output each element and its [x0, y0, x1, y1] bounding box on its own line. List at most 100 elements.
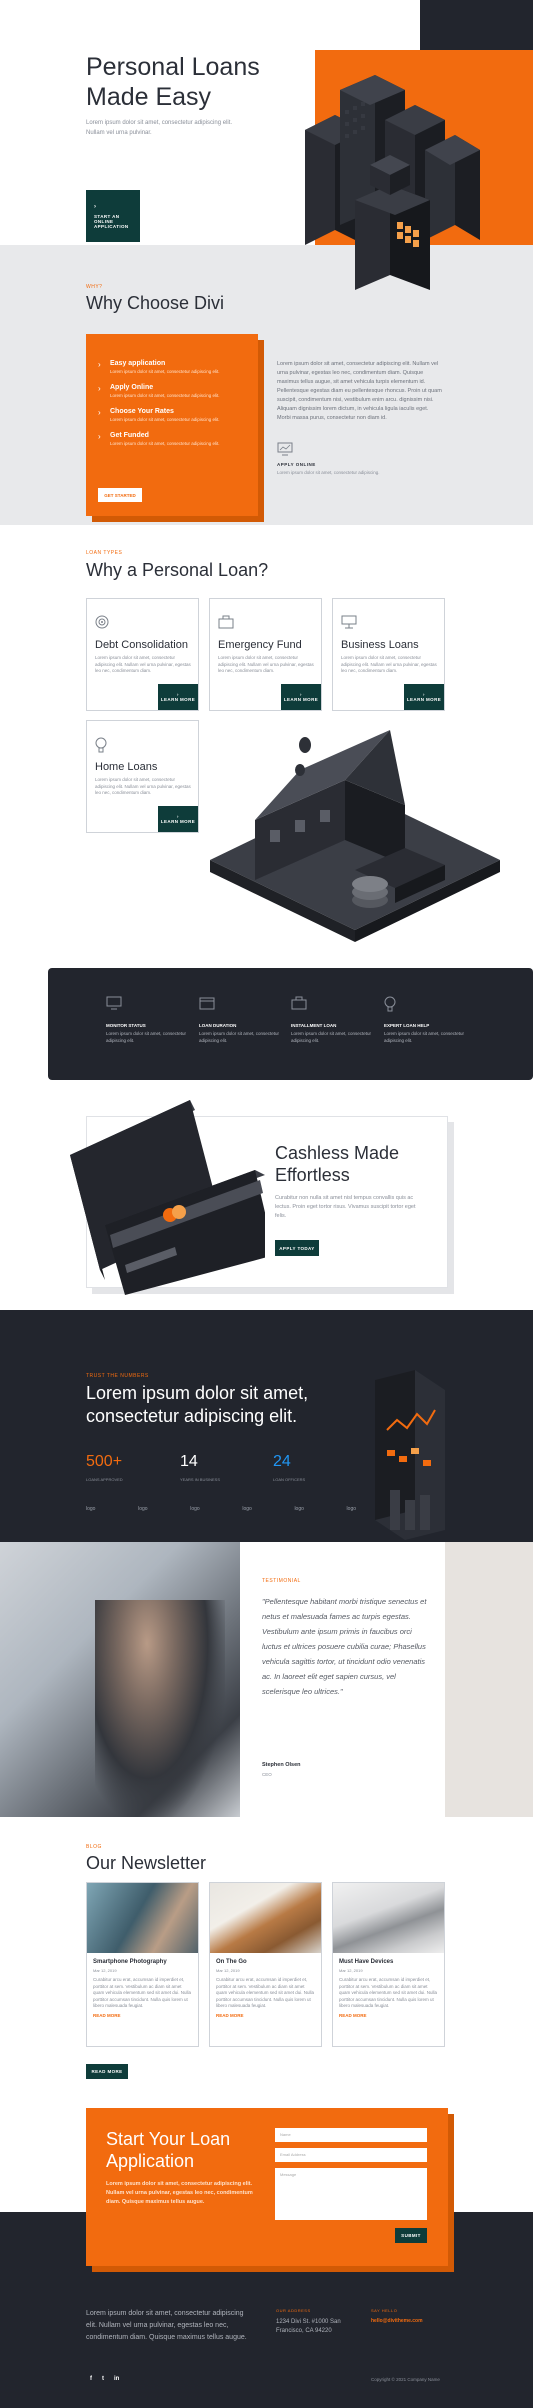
- hero-subtitle: Lorem ipsum dolor sit amet, consectetur …: [86, 120, 233, 136]
- target-icon: [95, 615, 109, 629]
- credit-cards-illustration: [70, 1100, 265, 1295]
- stat-value: 24: [273, 1453, 291, 1470]
- loan-card-home: Home Loans Lorem ipsum dolor sit amet, c…: [86, 720, 199, 833]
- chevron-right-icon: ›: [98, 408, 101, 417]
- apply-text: Lorem ipsum dolor sit amet, consectetur …: [106, 2181, 253, 2205]
- partner-logo: logo: [190, 1506, 200, 1512]
- feature-band-title: INSTALLMENT LOAN: [291, 1023, 337, 1028]
- blog-read-more-link[interactable]: READ MORE: [93, 2013, 192, 2018]
- feature-title: Choose Your Rates: [110, 408, 174, 415]
- loan-card-business: Business Loans Lorem ipsum dolor sit ame…: [332, 598, 445, 711]
- learn-more-button[interactable]: › LEARN MORE: [158, 684, 198, 710]
- feature-band-item: MONITOR STATUS Lorem ipsum dolor sit ame…: [106, 996, 188, 1044]
- loan-card-text: Lorem ipsum dolor sit amet, consectetur …: [341, 655, 437, 673]
- feature-text: Lorem ipsum dolor sit amet, consectetur …: [110, 417, 220, 422]
- house-illustration: [210, 730, 500, 942]
- loan-card-text: Lorem ipsum dolor sit amet, consectetur …: [218, 655, 314, 673]
- loan-card-debt: Debt Consolidation Lorem ipsum dolor sit…: [86, 598, 199, 711]
- partner-logo: logo: [86, 1506, 96, 1512]
- facebook-icon[interactable]: f: [90, 2376, 92, 2382]
- testimonial-photo-figure: [95, 1600, 225, 1817]
- clock-icon: [199, 997, 215, 1010]
- newsletter-title: Our Newsletter: [86, 1853, 207, 1873]
- feature-band-title: EXPERT LOAN HELP: [384, 1023, 430, 1028]
- blog-title: On The Go: [216, 1959, 247, 1965]
- stat-value: 14: [180, 1453, 198, 1470]
- footer-social: f t in: [90, 2376, 119, 2382]
- arrow-right-icon: ›: [94, 203, 97, 210]
- lightbulb-icon: [95, 737, 107, 753]
- testimonial-eyebrow: TESTIMONIAL: [262, 1578, 301, 1584]
- why-divi-body: Lorem ipsum dolor sit amet, consectetur …: [277, 361, 442, 421]
- stat-value: 500+: [86, 1453, 123, 1470]
- footer-text: Lorem ipsum dolor sit amet, consectetur …: [86, 2310, 247, 2341]
- testimonial-author: Stephen Olsen: [262, 1762, 301, 1768]
- footer-mail-title: SAY HELLO: [371, 2308, 398, 2313]
- partner-logo: logo: [346, 1506, 356, 1512]
- feature-band-item: LOAN DURATION Lorem ipsum dolor sit amet…: [199, 996, 281, 1044]
- feature-band-text: Lorem ipsum dolor sit amet, consectetur …: [199, 1031, 280, 1043]
- stat-item: 14 YEARS IN BUSINESS: [180, 1453, 220, 1482]
- blog-text: Curabitur arcu erat, accumsan id imperdi…: [339, 1977, 438, 2008]
- chevron-right-icon: ›: [98, 360, 101, 369]
- numbers-title: Lorem ipsum dolor sit amet, consectetur …: [86, 1383, 309, 1426]
- email-field[interactable]: Email Address: [275, 2148, 427, 2162]
- blog-card: Must Have Devices Mar 12, 2019 Curabitur…: [332, 1882, 445, 2047]
- cashless-text: Curabitur non nulla sit amet nisl tempus…: [275, 1195, 416, 1219]
- testimonial-role: CEO: [262, 1772, 272, 1777]
- blog-image-desk: [210, 1883, 321, 1953]
- submit-button[interactable]: SUBMIT: [395, 2228, 427, 2243]
- footer-mail-link[interactable]: hello@divitheme.com: [371, 2318, 423, 2324]
- stat-label: LOAN OFFICERS: [273, 1477, 306, 1482]
- blog-image-smartphone: [87, 1883, 198, 1953]
- name-field[interactable]: Name: [275, 2128, 427, 2142]
- get-started-button[interactable]: GET STARTED: [98, 488, 142, 502]
- learn-more-button[interactable]: › LEARN MORE: [158, 806, 198, 832]
- blog-date: Mar 12, 2019: [339, 1968, 363, 1973]
- feature-item: › Get Funded Lorem ipsum dolor sit amet,…: [98, 432, 248, 446]
- learn-more-button[interactable]: › LEARN MORE: [281, 684, 321, 710]
- feature-item: › Apply Online Lorem ipsum dolor sit ame…: [98, 384, 248, 398]
- blog-read-more-link[interactable]: READ MORE: [216, 2013, 315, 2018]
- apply-title: Start Your Loan Application: [106, 2129, 231, 2171]
- numbers-eyebrow: TRUST THE NUMBERS: [86, 1373, 149, 1379]
- blog-title: Must Have Devices: [339, 1959, 394, 1965]
- twitter-icon[interactable]: t: [102, 2376, 104, 2382]
- feature-text: Lorem ipsum dolor sit amet, consectetur …: [110, 369, 220, 374]
- feature-band-text: Lorem ipsum dolor sit amet, consectetur …: [384, 1031, 465, 1043]
- monitor-icon: [106, 996, 122, 1010]
- blog-date: Mar 12, 2019: [216, 1968, 240, 1973]
- message-field[interactable]: Message: [275, 2168, 427, 2220]
- loan-card-title: Emergency Fund: [218, 639, 302, 651]
- partner-logo: logo: [294, 1506, 304, 1512]
- feature-band-title: MONITOR STATUS: [106, 1023, 146, 1028]
- blog-text: Curabitur arcu erat, accumsan id imperdi…: [93, 1977, 192, 2008]
- read-more-button[interactable]: READ MORE: [86, 2064, 128, 2079]
- chevron-right-icon: ›: [98, 384, 101, 393]
- buildings-illustration: [305, 75, 480, 290]
- blog-read-more-link[interactable]: READ MORE: [339, 2013, 438, 2018]
- hero-title: Personal Loans Made Easy: [86, 53, 260, 111]
- why-divi-title: Why Choose Divi: [86, 293, 225, 313]
- footer-copyright: Copyright © 2021 Company Name: [371, 2377, 440, 2382]
- blog-card: On The Go Mar 12, 2019 Curabitur arcu er…: [209, 1882, 322, 2047]
- feature-text: Lorem ipsum dolor sit amet, consectetur …: [110, 441, 220, 446]
- hero-dark-corner: [420, 0, 533, 50]
- monitor-icon: [277, 442, 293, 456]
- start-application-button[interactable]: › START AN ONLINE APPLICATION: [86, 190, 140, 242]
- stat-label: LOANS APPROVED: [86, 1477, 123, 1482]
- apply-today-button[interactable]: APPLY TODAY: [275, 1240, 319, 1256]
- feature-title: Get Funded: [110, 432, 149, 439]
- blog-title: Smartphone Photography: [93, 1959, 167, 1965]
- stat-item: 24 LOAN OFFICERS: [273, 1453, 305, 1482]
- stat-label: YEARS IN BUSINESS: [180, 1477, 221, 1482]
- blog-image-laptop: [333, 1883, 444, 1953]
- feature-text: Lorem ipsum dolor sit amet, consectetur …: [110, 393, 220, 398]
- learn-more-button[interactable]: › LEARN MORE: [404, 684, 444, 710]
- briefcase-icon: [218, 615, 234, 629]
- footer-address-title: OUR ADDRESS: [276, 2308, 311, 2313]
- feature-list: › Easy application Lorem ipsum dolor sit…: [98, 360, 248, 456]
- stat-item: 500+ LOANS APPROVED: [86, 1453, 123, 1482]
- linkedin-icon[interactable]: in: [114, 2376, 119, 2382]
- loan-card-title: Business Loans: [341, 639, 419, 651]
